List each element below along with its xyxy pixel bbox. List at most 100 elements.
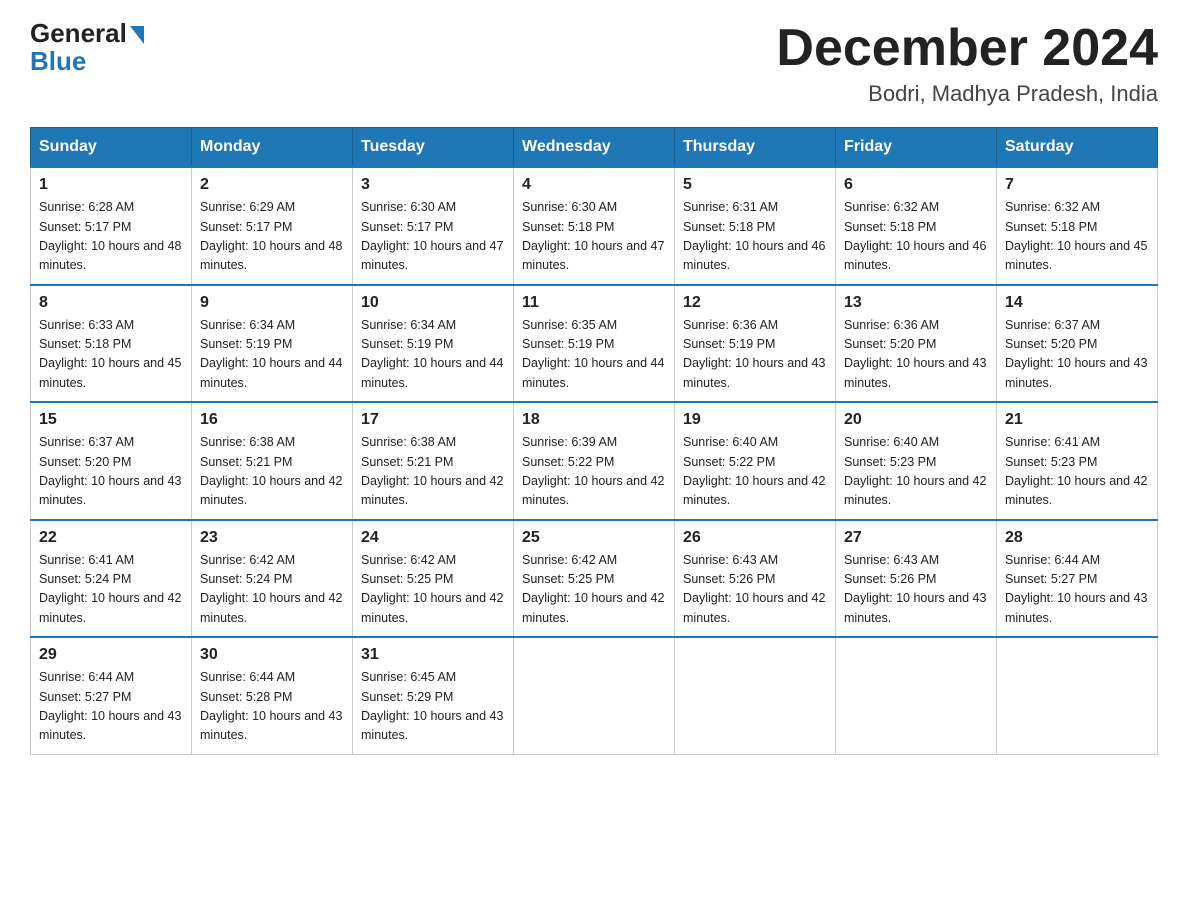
calendar-cell: 29 Sunrise: 6:44 AM Sunset: 5:27 PM Dayl… — [31, 637, 192, 754]
calendar-row: 29 Sunrise: 6:44 AM Sunset: 5:27 PM Dayl… — [31, 637, 1158, 754]
day-number: 25 — [522, 529, 666, 547]
day-number: 14 — [1005, 294, 1149, 312]
calendar-cell: 30 Sunrise: 6:44 AM Sunset: 5:28 PM Dayl… — [192, 637, 353, 754]
calendar-cell: 20 Sunrise: 6:40 AM Sunset: 5:23 PM Dayl… — [836, 402, 997, 520]
day-number: 15 — [39, 411, 183, 429]
day-info: Sunrise: 6:43 AM Sunset: 5:26 PM Dayligh… — [683, 551, 827, 629]
calendar-cell: 7 Sunrise: 6:32 AM Sunset: 5:18 PM Dayli… — [997, 167, 1158, 285]
day-info: Sunrise: 6:29 AM Sunset: 5:17 PM Dayligh… — [200, 198, 344, 276]
day-number: 30 — [200, 646, 344, 664]
calendar-cell: 4 Sunrise: 6:30 AM Sunset: 5:18 PM Dayli… — [514, 167, 675, 285]
day-info: Sunrise: 6:32 AM Sunset: 5:18 PM Dayligh… — [1005, 198, 1149, 276]
day-number: 16 — [200, 411, 344, 429]
day-info: Sunrise: 6:35 AM Sunset: 5:19 PM Dayligh… — [522, 316, 666, 394]
day-number: 9 — [200, 294, 344, 312]
day-number: 17 — [361, 411, 505, 429]
day-number: 12 — [683, 294, 827, 312]
calendar-cell: 14 Sunrise: 6:37 AM Sunset: 5:20 PM Dayl… — [997, 285, 1158, 403]
day-number: 3 — [361, 176, 505, 194]
day-info: Sunrise: 6:43 AM Sunset: 5:26 PM Dayligh… — [844, 551, 988, 629]
day-info: Sunrise: 6:40 AM Sunset: 5:23 PM Dayligh… — [844, 433, 988, 511]
calendar-cell: 17 Sunrise: 6:38 AM Sunset: 5:21 PM Dayl… — [353, 402, 514, 520]
day-info: Sunrise: 6:34 AM Sunset: 5:19 PM Dayligh… — [361, 316, 505, 394]
day-info: Sunrise: 6:32 AM Sunset: 5:18 PM Dayligh… — [844, 198, 988, 276]
calendar-row: 1 Sunrise: 6:28 AM Sunset: 5:17 PM Dayli… — [31, 167, 1158, 285]
day-number: 13 — [844, 294, 988, 312]
day-info: Sunrise: 6:40 AM Sunset: 5:22 PM Dayligh… — [683, 433, 827, 511]
calendar-cell: 15 Sunrise: 6:37 AM Sunset: 5:20 PM Dayl… — [31, 402, 192, 520]
calendar-body: 1 Sunrise: 6:28 AM Sunset: 5:17 PM Dayli… — [31, 167, 1158, 754]
day-info: Sunrise: 6:34 AM Sunset: 5:19 PM Dayligh… — [200, 316, 344, 394]
day-number: 31 — [361, 646, 505, 664]
calendar-cell: 18 Sunrise: 6:39 AM Sunset: 5:22 PM Dayl… — [514, 402, 675, 520]
day-info: Sunrise: 6:37 AM Sunset: 5:20 PM Dayligh… — [39, 433, 183, 511]
calendar-cell: 19 Sunrise: 6:40 AM Sunset: 5:22 PM Dayl… — [675, 402, 836, 520]
day-info: Sunrise: 6:39 AM Sunset: 5:22 PM Dayligh… — [522, 433, 666, 511]
day-number: 21 — [1005, 411, 1149, 429]
day-number: 23 — [200, 529, 344, 547]
day-info: Sunrise: 6:30 AM Sunset: 5:17 PM Dayligh… — [361, 198, 505, 276]
day-info: Sunrise: 6:42 AM Sunset: 5:25 PM Dayligh… — [361, 551, 505, 629]
calendar-table: Sunday Monday Tuesday Wednesday Thursday… — [30, 127, 1158, 755]
calendar-cell: 11 Sunrise: 6:35 AM Sunset: 5:19 PM Dayl… — [514, 285, 675, 403]
calendar-cell: 9 Sunrise: 6:34 AM Sunset: 5:19 PM Dayli… — [192, 285, 353, 403]
day-number: 22 — [39, 529, 183, 547]
calendar-cell: 24 Sunrise: 6:42 AM Sunset: 5:25 PM Dayl… — [353, 520, 514, 638]
day-number: 10 — [361, 294, 505, 312]
calendar-cell: 21 Sunrise: 6:41 AM Sunset: 5:23 PM Dayl… — [997, 402, 1158, 520]
day-number: 27 — [844, 529, 988, 547]
day-info: Sunrise: 6:45 AM Sunset: 5:29 PM Dayligh… — [361, 668, 505, 746]
calendar-title: December 2024 — [776, 20, 1158, 77]
calendar-cell: 1 Sunrise: 6:28 AM Sunset: 5:17 PM Dayli… — [31, 167, 192, 285]
day-number: 28 — [1005, 529, 1149, 547]
calendar-cell: 31 Sunrise: 6:45 AM Sunset: 5:29 PM Dayl… — [353, 637, 514, 754]
calendar-row: 8 Sunrise: 6:33 AM Sunset: 5:18 PM Dayli… — [31, 285, 1158, 403]
day-info: Sunrise: 6:36 AM Sunset: 5:19 PM Dayligh… — [683, 316, 827, 394]
day-number: 8 — [39, 294, 183, 312]
calendar-cell: 27 Sunrise: 6:43 AM Sunset: 5:26 PM Dayl… — [836, 520, 997, 638]
col-thursday: Thursday — [675, 128, 836, 168]
day-number: 4 — [522, 176, 666, 194]
calendar-header: Sunday Monday Tuesday Wednesday Thursday… — [31, 128, 1158, 168]
title-block: December 2024 Bodri, Madhya Pradesh, Ind… — [776, 20, 1158, 107]
calendar-cell — [514, 637, 675, 754]
calendar-cell — [997, 637, 1158, 754]
calendar-cell: 25 Sunrise: 6:42 AM Sunset: 5:25 PM Dayl… — [514, 520, 675, 638]
day-number: 19 — [683, 411, 827, 429]
calendar-cell: 5 Sunrise: 6:31 AM Sunset: 5:18 PM Dayli… — [675, 167, 836, 285]
day-info: Sunrise: 6:28 AM Sunset: 5:17 PM Dayligh… — [39, 198, 183, 276]
calendar-cell: 13 Sunrise: 6:36 AM Sunset: 5:20 PM Dayl… — [836, 285, 997, 403]
day-info: Sunrise: 6:41 AM Sunset: 5:23 PM Dayligh… — [1005, 433, 1149, 511]
logo-blue: Blue — [30, 46, 86, 77]
day-info: Sunrise: 6:31 AM Sunset: 5:18 PM Dayligh… — [683, 198, 827, 276]
day-number: 5 — [683, 176, 827, 194]
calendar-cell: 16 Sunrise: 6:38 AM Sunset: 5:21 PM Dayl… — [192, 402, 353, 520]
calendar-cell: 12 Sunrise: 6:36 AM Sunset: 5:19 PM Dayl… — [675, 285, 836, 403]
calendar-cell: 26 Sunrise: 6:43 AM Sunset: 5:26 PM Dayl… — [675, 520, 836, 638]
day-info: Sunrise: 6:44 AM Sunset: 5:28 PM Dayligh… — [200, 668, 344, 746]
day-number: 7 — [1005, 176, 1149, 194]
day-info: Sunrise: 6:38 AM Sunset: 5:21 PM Dayligh… — [361, 433, 505, 511]
day-number: 2 — [200, 176, 344, 194]
col-monday: Monday — [192, 128, 353, 168]
col-wednesday: Wednesday — [514, 128, 675, 168]
day-info: Sunrise: 6:33 AM Sunset: 5:18 PM Dayligh… — [39, 316, 183, 394]
header-row: Sunday Monday Tuesday Wednesday Thursday… — [31, 128, 1158, 168]
calendar-cell: 22 Sunrise: 6:41 AM Sunset: 5:24 PM Dayl… — [31, 520, 192, 638]
calendar-subtitle: Bodri, Madhya Pradesh, India — [776, 81, 1158, 107]
calendar-cell: 28 Sunrise: 6:44 AM Sunset: 5:27 PM Dayl… — [997, 520, 1158, 638]
day-number: 20 — [844, 411, 988, 429]
day-info: Sunrise: 6:42 AM Sunset: 5:24 PM Dayligh… — [200, 551, 344, 629]
day-info: Sunrise: 6:38 AM Sunset: 5:21 PM Dayligh… — [200, 433, 344, 511]
day-number: 18 — [522, 411, 666, 429]
calendar-cell: 10 Sunrise: 6:34 AM Sunset: 5:19 PM Dayl… — [353, 285, 514, 403]
day-info: Sunrise: 6:37 AM Sunset: 5:20 PM Dayligh… — [1005, 316, 1149, 394]
logo-general: General — [30, 20, 127, 46]
calendar-cell: 6 Sunrise: 6:32 AM Sunset: 5:18 PM Dayli… — [836, 167, 997, 285]
day-info: Sunrise: 6:42 AM Sunset: 5:25 PM Dayligh… — [522, 551, 666, 629]
day-number: 6 — [844, 176, 988, 194]
calendar-row: 15 Sunrise: 6:37 AM Sunset: 5:20 PM Dayl… — [31, 402, 1158, 520]
calendar-cell — [675, 637, 836, 754]
col-friday: Friday — [836, 128, 997, 168]
day-number: 29 — [39, 646, 183, 664]
